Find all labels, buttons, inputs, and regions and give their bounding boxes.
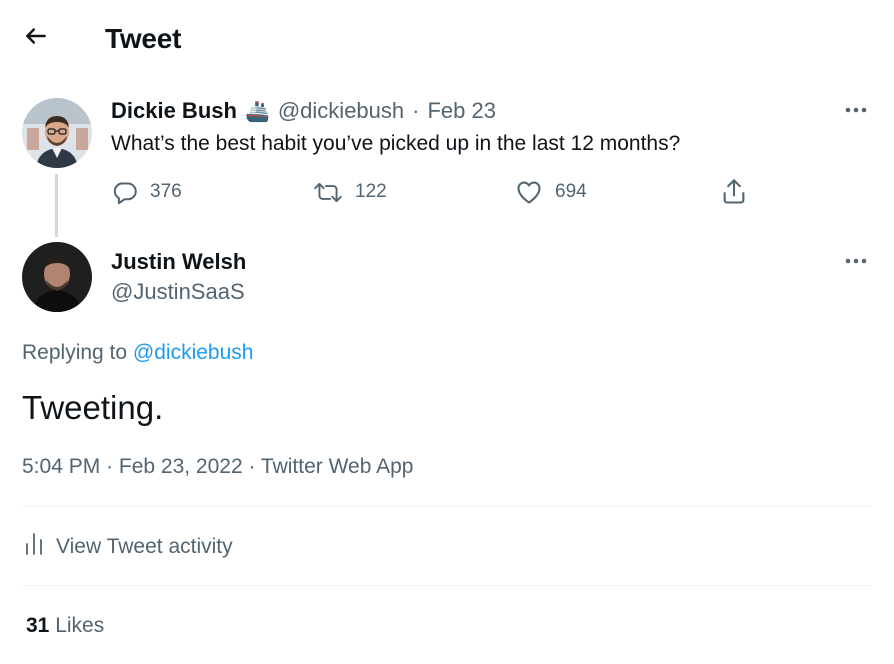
thread-connector-line	[55, 174, 58, 237]
heart-icon	[515, 179, 543, 205]
avatar-justin-welsh[interactable]	[22, 242, 92, 312]
parent-tweet-header: Dickie Bush 🚢 @dickiebush · Feb 23	[111, 97, 496, 125]
divider-top	[22, 506, 872, 507]
main-more-options-button[interactable]	[839, 249, 873, 273]
more-options-button[interactable]	[839, 98, 873, 122]
back-button[interactable]	[14, 18, 58, 58]
replying-prefix: Replying to	[22, 341, 133, 364]
like-count: 694	[555, 181, 587, 202]
main-tweet-text: Tweeting.	[22, 389, 164, 426]
author-name[interactable]: Dickie Bush	[111, 97, 237, 125]
retweet-count: 122	[355, 181, 387, 202]
share-button[interactable]	[720, 176, 748, 208]
avatar-dickie-bush[interactable]	[22, 98, 92, 168]
retweet-icon	[313, 179, 343, 206]
divider-bottom	[22, 585, 872, 586]
meta-separator: ·	[412, 98, 420, 123]
likes-count-link[interactable]: 31 Likes	[26, 612, 104, 640]
ship-emoji-icon: 🚢	[244, 100, 270, 123]
arrow-left-icon	[23, 23, 49, 54]
author-handle[interactable]: @dickiebush	[278, 97, 404, 125]
replying-to: Replying to @dickiebush	[22, 339, 253, 367]
replying-to-link[interactable]: @dickiebush	[133, 341, 254, 364]
view-tweet-activity-button[interactable]: View Tweet activity	[24, 531, 233, 563]
tweet-timestamp[interactable]: 5:04 PM · Feb 23, 2022 · Twitter Web App	[22, 453, 413, 481]
main-author-handle[interactable]: @JustinSaaS	[111, 278, 245, 306]
more-dots-icon	[844, 101, 868, 119]
view-activity-label: View Tweet activity	[56, 535, 233, 558]
retweet-button[interactable]: 122	[313, 176, 387, 208]
likes-number: 31	[26, 614, 50, 637]
page-title: Tweet	[105, 23, 182, 54]
share-icon	[720, 178, 748, 206]
analytics-bars-icon	[24, 532, 44, 562]
main-author-name[interactable]: Justin Welsh	[111, 248, 246, 276]
parent-tweet-text: What’s the best habit you’ve picked up i…	[111, 132, 681, 155]
tweet-date[interactable]: Feb 23	[427, 97, 496, 125]
reply-count: 376	[150, 181, 182, 202]
like-button[interactable]: 694	[515, 176, 587, 208]
likes-label: Likes	[49, 614, 105, 637]
reply-button[interactable]: 376	[111, 176, 182, 208]
more-dots-icon	[844, 252, 868, 270]
reply-icon	[111, 179, 138, 206]
